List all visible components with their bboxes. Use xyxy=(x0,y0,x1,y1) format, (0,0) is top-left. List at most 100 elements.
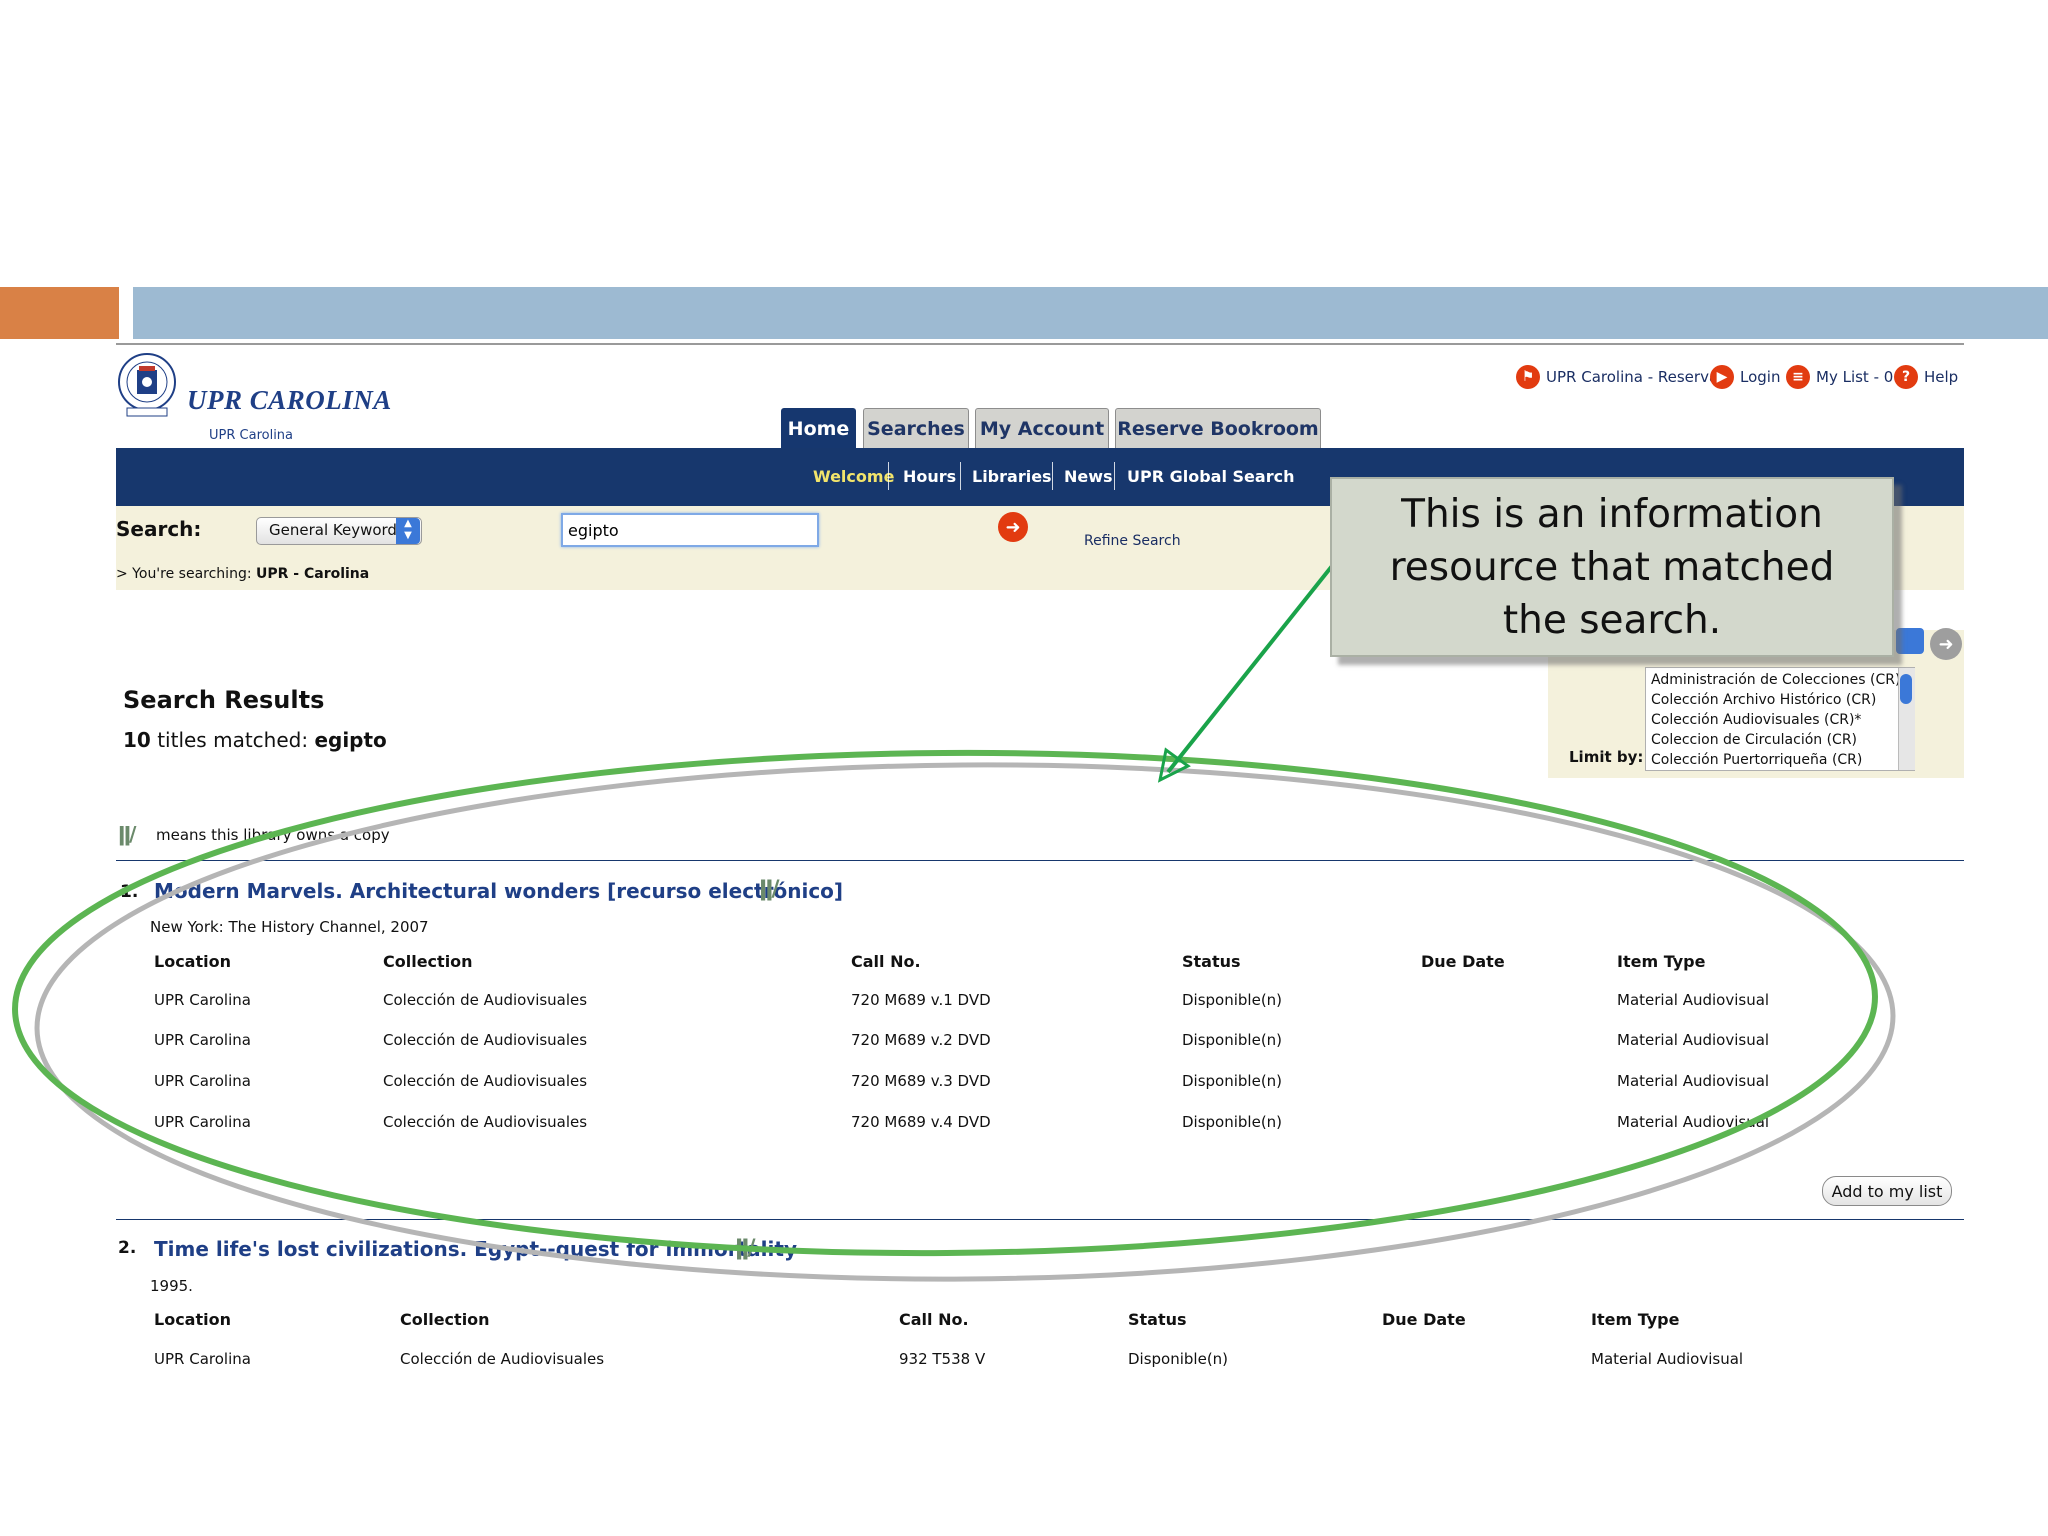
result-title-link[interactable]: Modern Marvels. Architectural wonders [r… xyxy=(154,879,843,903)
col-header-call-no: Call No. xyxy=(899,1310,969,1329)
limit-option[interactable]: Administración de Colecciones (CR) xyxy=(1651,672,1900,688)
col-header-item-type: Item Type xyxy=(1617,952,1706,971)
cell-status: Disponible(n) xyxy=(1128,1350,1229,1368)
result-number: 1. xyxy=(120,882,139,902)
searching-scope: > You're searching: UPR - Carolina xyxy=(116,566,369,582)
results-count-text: titles matched: xyxy=(157,728,309,752)
tab-searches[interactable]: Searches xyxy=(863,408,969,448)
result-title-link[interactable]: Time life's lost civilizations. Egypt--q… xyxy=(154,1237,797,1261)
col-header-due-date: Due Date xyxy=(1382,1310,1466,1329)
cell-location: UPR Carolina xyxy=(154,991,251,1009)
search-input[interactable] xyxy=(561,513,819,547)
cell-status: Disponible(n) xyxy=(1182,1031,1283,1049)
limit-option[interactable]: Colección Puertorriqueña (CR) xyxy=(1651,752,1862,768)
my-list-link[interactable]: ≡ My List - 0 xyxy=(1786,364,1893,390)
reserva-link-label: UPR Carolina - Reserva xyxy=(1546,368,1719,386)
nav-global-search[interactable]: UPR Global Search xyxy=(1127,467,1294,486)
refine-search-link[interactable]: Refine Search xyxy=(1084,533,1181,549)
library-subtitle: UPR Carolina xyxy=(209,428,294,443)
arrow-right-icon: ▶ xyxy=(1710,365,1734,389)
slide-accent-bar xyxy=(0,287,119,339)
cell-status: Disponible(n) xyxy=(1182,1072,1283,1090)
result-publisher: New York: The History Channel, 2007 xyxy=(150,918,429,936)
cell-collection: Colección de Audiovisuales xyxy=(400,1350,605,1368)
search-label: Search: xyxy=(116,517,202,541)
cell-collection: Colección de Audiovisuales xyxy=(383,1072,588,1090)
cell-call-no: 720 M689 v.4 DVD xyxy=(851,1113,991,1131)
col-header-status: Status xyxy=(1128,1310,1187,1329)
limit-select-arrows-icon[interactable] xyxy=(1896,628,1924,654)
results-count: 10 titles matched: egipto xyxy=(123,728,387,752)
login-link[interactable]: ▶ Login xyxy=(1710,364,1780,390)
callout-arrow xyxy=(1166,564,1334,774)
nav-hours[interactable]: Hours xyxy=(903,467,956,486)
page-top-rule xyxy=(116,343,1964,345)
limit-by-label: Limit by: xyxy=(1569,748,1644,766)
flag-icon: ⚑ xyxy=(1516,365,1540,389)
nav-libraries[interactable]: Libraries xyxy=(972,467,1052,486)
col-header-collection: Collection xyxy=(383,952,473,971)
col-header-call-no: Call No. xyxy=(851,952,921,971)
cell-call-no: 932 T538 V xyxy=(899,1350,986,1368)
login-link-label: Login xyxy=(1740,368,1781,386)
callout-arrowhead xyxy=(1157,747,1191,783)
nav-news[interactable]: News xyxy=(1064,467,1113,486)
cell-item-type: Material Audiovisual xyxy=(1617,991,1770,1009)
library-title[interactable]: UPR CAROLINA xyxy=(187,385,392,416)
col-header-status: Status xyxy=(1182,952,1241,971)
add-to-my-list-button[interactable]: Add to my list xyxy=(1822,1176,1952,1206)
owns-copy-legend: means this library owns a copy xyxy=(156,826,390,844)
cell-item-type: Material Audiovisual xyxy=(1617,1072,1770,1090)
owns-copy-icon: ǁ/ xyxy=(118,822,137,846)
cell-call-no: 720 M689 v.2 DVD xyxy=(851,1031,991,1049)
reserva-link[interactable]: ⚑ UPR Carolina - Reserva xyxy=(1516,364,1718,390)
col-header-location: Location xyxy=(154,952,231,971)
col-header-collection: Collection xyxy=(400,1310,490,1329)
nav-divider xyxy=(1114,462,1115,490)
tab-home[interactable]: Home xyxy=(781,408,856,448)
result-publisher: 1995. xyxy=(150,1277,193,1295)
cell-item-type: Material Audiovisual xyxy=(1617,1031,1770,1049)
search-go-icon[interactable]: ➜ xyxy=(998,512,1028,542)
searching-prefix: > You're searching: xyxy=(116,566,252,582)
cell-call-no: 720 M689 v.3 DVD xyxy=(851,1072,991,1090)
limit-option[interactable]: Colección Archivo Histórico (CR) xyxy=(1651,692,1876,708)
owns-copy-icon: ǁ/ xyxy=(735,1236,755,1261)
tab-my-account[interactable]: My Account xyxy=(975,408,1109,448)
cell-call-no: 720 M689 v.1 DVD xyxy=(851,991,991,1009)
col-header-location: Location xyxy=(154,1310,231,1329)
limit-option[interactable]: Colección Audiovisuales (CR)* xyxy=(1651,712,1861,728)
nav-divider xyxy=(1052,462,1053,490)
cell-location: UPR Carolina xyxy=(154,1072,251,1090)
results-count-number: 10 xyxy=(123,728,151,752)
cell-collection: Colección de Audiovisuales xyxy=(383,1113,588,1131)
results-query: egipto xyxy=(314,728,387,752)
list-icon: ≡ xyxy=(1786,365,1810,389)
limit-scroll-thumb[interactable] xyxy=(1900,674,1912,704)
tab-reserve-bookroom[interactable]: Reserve Bookroom xyxy=(1115,408,1321,448)
col-header-item-type: Item Type xyxy=(1591,1310,1680,1329)
cell-collection: Colección de Audiovisuales xyxy=(383,991,588,1009)
cell-status: Disponible(n) xyxy=(1182,991,1283,1009)
col-header-due-date: Due Date xyxy=(1421,952,1505,971)
limit-listbox[interactable]: Administración de Colecciones (CR) Colec… xyxy=(1645,667,1915,771)
result-divider xyxy=(116,860,1964,861)
callout-note: This is an information resource that mat… xyxy=(1330,477,1894,657)
my-list-label: My List - 0 xyxy=(1816,368,1894,386)
nav-divider xyxy=(888,462,889,490)
nav-welcome[interactable]: Welcome xyxy=(813,467,894,486)
cell-location: UPR Carolina xyxy=(154,1031,251,1049)
help-link[interactable]: ? Help xyxy=(1894,364,1958,390)
slide-header-bar xyxy=(133,287,2048,339)
cell-collection: Colección de Audiovisuales xyxy=(383,1031,588,1049)
help-link-label: Help xyxy=(1924,368,1959,386)
cell-location: UPR Carolina xyxy=(154,1350,251,1368)
cell-status: Disponible(n) xyxy=(1182,1113,1283,1131)
owns-copy-icon: ǁ/ xyxy=(759,877,779,902)
select-arrows-icon[interactable]: ▲ ▼ xyxy=(396,518,420,544)
limit-go-icon[interactable]: ➜ xyxy=(1930,628,1962,660)
help-icon: ? xyxy=(1894,365,1918,389)
searching-scope-value: UPR - Carolina xyxy=(256,566,370,582)
result-divider xyxy=(116,1219,1964,1220)
limit-option[interactable]: Coleccion de Circulación (CR) xyxy=(1651,732,1857,748)
